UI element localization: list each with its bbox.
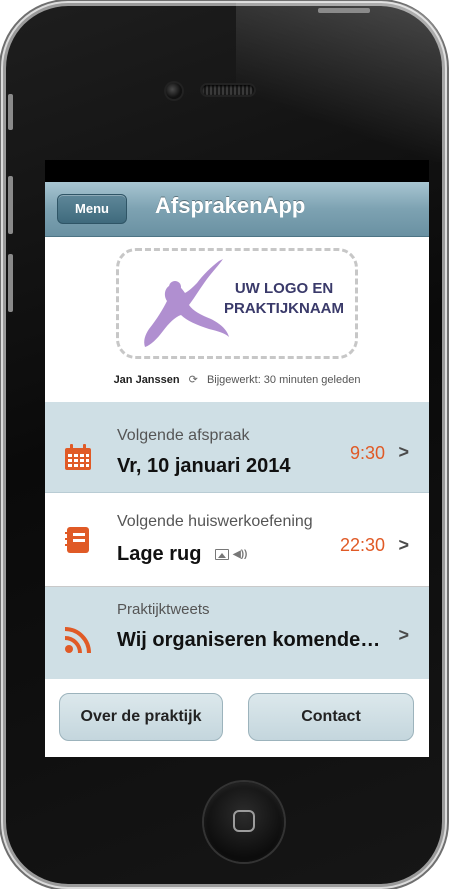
sound-icon: ◀)): [233, 549, 248, 561]
volume-up-button: [8, 176, 13, 234]
logo-text-line-2: PRAKTIJKNAAM: [224, 300, 344, 317]
row-label: Volgende afspraak: [117, 427, 250, 444]
row-value: Wij organiseren komende…: [117, 629, 381, 651]
appointment-time: 9:30: [349, 443, 385, 463]
chevron-right-icon: >: [398, 535, 409, 555]
power-button: [318, 8, 370, 13]
menu-button[interactable]: Menu: [57, 194, 127, 224]
app-title: AfsprakenApp: [155, 193, 306, 218]
mute-switch: [8, 94, 13, 130]
chevron-right-icon: >: [398, 625, 409, 645]
contact-button[interactable]: Contact: [248, 693, 414, 741]
rss-icon: [64, 627, 91, 654]
nav-bar: Menu AfsprakenApp: [45, 182, 429, 237]
next-homework-row[interactable]: Volgende huiswerkoefening Lage rug ◀)) 2…: [45, 493, 429, 587]
volume-down-button: [8, 254, 13, 312]
user-status-line: Jan Janssen ⟳ Bijgewerkt: 30 minuten gel…: [45, 373, 429, 386]
last-updated-text: Bijgewerkt: 30 minuten geleden: [206, 374, 361, 386]
app-screen: Menu AfsprakenApp UW LOGO EN PRAKTIJKNAA…: [45, 160, 429, 757]
next-appointment-row[interactable]: Volgende afspraak Vr, 10 januari 2014 9:…: [45, 402, 429, 493]
sync-icon[interactable]: ⟳: [189, 374, 198, 386]
homework-title: Lage rug: [117, 543, 202, 565]
logo-text-line-1: UW LOGO EN: [234, 280, 334, 297]
home-button[interactable]: [204, 782, 284, 862]
calendar-icon: [65, 444, 91, 470]
row-label: Praktijktweets: [117, 601, 210, 618]
notebook-icon: [65, 527, 89, 553]
row-value: Vr, 10 januari 2014: [117, 455, 291, 477]
homework-time: 22:30: [339, 535, 385, 555]
bottom-button-bar: Over de praktijk Contact: [45, 679, 429, 757]
logo-text: UW LOGO EN PRAKTIJKNAAM: [209, 279, 359, 319]
user-name: Jan Janssen: [113, 374, 180, 386]
home-square-icon: [233, 810, 255, 832]
media-icons: ◀)): [215, 543, 247, 566]
practice-logo-placeholder: UW LOGO EN PRAKTIJKNAAM: [116, 248, 358, 359]
about-practice-button[interactable]: Over de praktijk: [59, 693, 223, 741]
row-label: Volgende huiswerkoefening: [117, 513, 313, 530]
row-value: Lage rug ◀)): [117, 543, 247, 566]
status-bar: [45, 160, 429, 182]
practice-tweets-row[interactable]: Praktijktweets Wij organiseren komende… …: [45, 587, 429, 679]
image-icon: [215, 549, 230, 561]
chevron-right-icon: >: [398, 442, 409, 462]
front-camera: [166, 83, 182, 99]
earpiece-speaker: [202, 85, 254, 95]
